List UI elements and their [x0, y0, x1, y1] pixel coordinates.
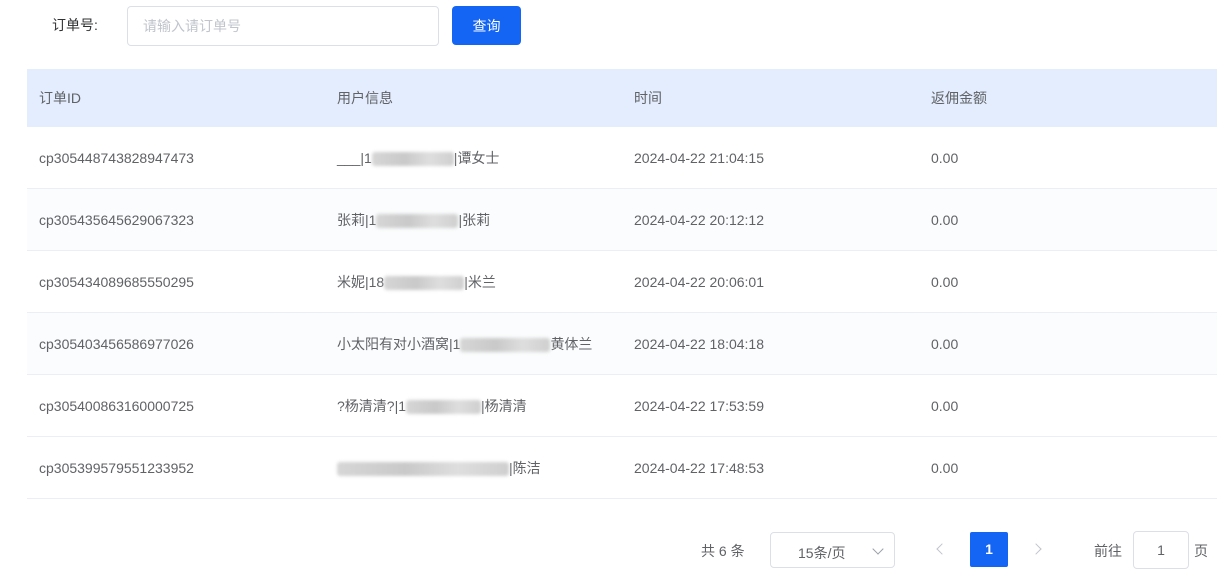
redacted-phone: [406, 399, 481, 414]
redacted-phone: [384, 275, 465, 290]
page-size-select[interactable]: 15条/页: [770, 532, 895, 568]
table-row: cp305400863160000725 ?杨清清?|1 |杨清清 2024-04…: [27, 375, 1217, 437]
amount-cell: 0.00: [931, 397, 959, 414]
search-bar: 订单号: 查询: [0, 0, 1232, 52]
redacted-phone: [376, 213, 459, 228]
amount-cell: 0.00: [931, 149, 959, 166]
user-info-visible-text: ?杨清清?|1: [337, 397, 406, 414]
user-info-visible-text: 米妮|18: [337, 273, 385, 290]
goto-label: 前往: [1094, 543, 1122, 559]
redacted-phone: [371, 151, 454, 166]
user-info-cell: ?杨清清?|1 |杨清清: [337, 396, 527, 416]
goto-page-input[interactable]: [1133, 531, 1189, 569]
order-id-cell: cp305399579551233952: [39, 459, 194, 476]
user-info-cell: |陈洁: [337, 458, 541, 478]
order-id-cell: cp305403456586977026: [39, 335, 194, 352]
time-cell: 2024-04-22 18:04:18: [634, 335, 764, 352]
user-info-visible-text: |张莉: [458, 211, 491, 228]
order-id-cell: cp305400863160000725: [39, 397, 194, 414]
time-cell: 2024-04-22 20:06:01: [634, 273, 764, 290]
search-button[interactable]: 查询: [452, 6, 521, 45]
amount-cell: 0.00: [931, 211, 959, 228]
header-user-info: 用户信息: [337, 90, 393, 106]
prev-page-button[interactable]: [930, 539, 950, 561]
page-number-button[interactable]: 1: [970, 532, 1008, 567]
pagination: 共 6 条 15条/页 1 前往 页: [0, 531, 1232, 569]
header-commission-amount: 返佣金额: [931, 90, 987, 106]
order-id-cell: cp305435645629067323: [39, 211, 194, 228]
user-info-visible-text: |谭女士: [453, 149, 500, 166]
table-row: cp305403456586977026 小太阳有对小酒窝|1 黄体兰 2024-…: [27, 313, 1217, 375]
user-info-visible-text: 小太阳有对小酒窝|1: [337, 335, 461, 352]
user-info-cell: 张莉|1 |张莉: [337, 210, 490, 230]
user-info-cell: 小太阳有对小酒窝|1 黄体兰: [337, 334, 592, 354]
order-number-input[interactable]: [127, 6, 439, 46]
order-number-label: 订单号:: [52, 17, 98, 33]
redacted-user-info: [337, 461, 509, 476]
time-cell: 2024-04-22 20:12:12: [634, 211, 764, 228]
chevron-right-icon: [1030, 543, 1042, 555]
goto-suffix: 页: [1194, 543, 1208, 559]
user-info-visible-text: 张莉|1: [337, 211, 377, 228]
user-info-cell: 米妮|18 |米兰: [337, 272, 496, 292]
total-count: 共 6 条: [701, 543, 745, 559]
orders-table: 订单ID 用户信息 时间 返佣金额 cp305448743828947473 _…: [27, 69, 1217, 499]
amount-cell: 0.00: [931, 459, 959, 476]
time-cell: 2024-04-22 17:48:53: [634, 459, 764, 476]
user-info-visible-text: |杨清清: [481, 397, 527, 414]
page-size-value: 15条/页: [798, 545, 846, 561]
user-info-visible-text: 黄体兰: [550, 335, 593, 352]
table-row: cp305435645629067323 张莉|1 |张莉 2024-04-22 …: [27, 189, 1217, 251]
header-order-id: 订单ID: [39, 90, 81, 106]
order-id-cell: cp305434089685550295: [39, 273, 194, 290]
table-header: 订单ID 用户信息 时间 返佣金额: [27, 69, 1217, 127]
next-page-button[interactable]: [1030, 539, 1050, 561]
user-info-visible-text: |陈洁: [509, 459, 541, 476]
time-cell: 2024-04-22 17:53:59: [634, 397, 764, 414]
redacted-phone: [460, 337, 551, 352]
time-cell: 2024-04-22 21:04:15: [634, 149, 764, 166]
amount-cell: 0.00: [931, 273, 959, 290]
user-info-visible-text: |米兰: [464, 273, 496, 290]
amount-cell: 0.00: [931, 335, 959, 352]
table-row: cp305434089685550295 米妮|18 |米兰 2024-04-22…: [27, 251, 1217, 313]
user-info-cell: ___|1 |谭女士: [337, 148, 499, 168]
table-row: cp305399579551233952 |陈洁 2024-04-22 17:4…: [27, 437, 1217, 499]
chevron-down-icon: [872, 543, 884, 555]
order-id-cell: cp305448743828947473: [39, 149, 194, 166]
user-info-visible-text: ___|1: [337, 149, 372, 166]
header-time: 时间: [634, 90, 662, 106]
chevron-left-icon: [936, 543, 948, 555]
table-row: cp305448743828947473 ___|1 |谭女士 2024-04-2…: [27, 127, 1217, 189]
